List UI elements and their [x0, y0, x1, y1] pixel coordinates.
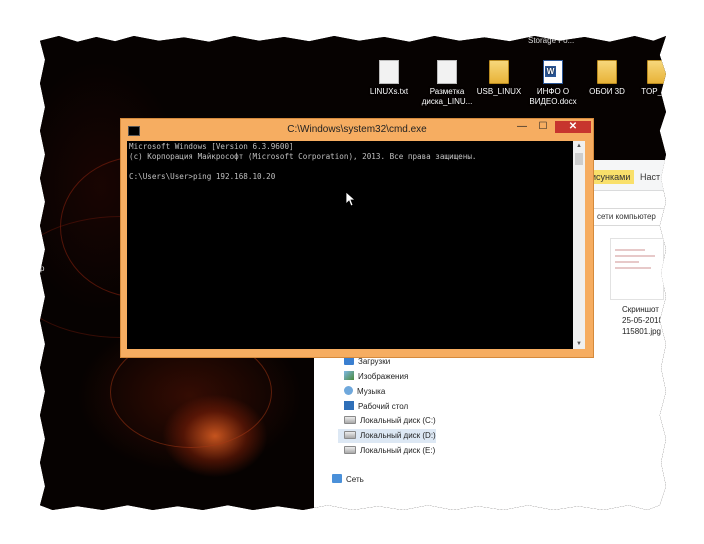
- nav-label: Загрузки: [358, 357, 391, 366]
- desktop-icon-top[interactable]: TOP_T...: [626, 60, 666, 97]
- drive-icon: [344, 416, 356, 424]
- console-line: Microsoft Windows [Version 6.3.9600]: [129, 142, 294, 151]
- scroll-down-arrow-icon[interactable]: ▼: [573, 339, 585, 349]
- image-thumbnail[interactable]: [610, 238, 664, 300]
- thumb-line: [615, 255, 655, 257]
- drive-icon: [344, 431, 356, 439]
- folder-icon: [597, 60, 617, 84]
- text-file-icon: [437, 60, 457, 84]
- desktop-background: Storage Fo... p LINUXs.txt Разметка диск…: [40, 36, 666, 510]
- desktop-icon-label: LINUXs.txt: [369, 87, 409, 96]
- nav-label: Изображения: [358, 372, 409, 381]
- desktop-icon: [344, 401, 354, 410]
- nav-item-drive-c[interactable]: Локальный диск (C:): [344, 414, 436, 428]
- desktop-icon-label: ОБОИ 3D: [589, 87, 625, 96]
- desktop-icon-info-video[interactable]: ИНФО О ВИДЕО.docx: [522, 60, 584, 107]
- thumb-line: [615, 267, 651, 269]
- text-file-icon: [379, 60, 399, 84]
- thumb-line: [615, 261, 639, 263]
- nav-item-drive-d[interactable]: Локальный диск (D:): [338, 429, 436, 443]
- mouse-pointer-icon: [346, 192, 356, 207]
- thumb-line: [615, 249, 645, 251]
- desktop-icon-label: TOP_T...: [641, 87, 666, 96]
- desktop-icon-label: USB_LINUX: [476, 87, 522, 96]
- cmd-title-bar[interactable]: C:\Windows\system32\cmd.exe — ☐ ✕: [121, 119, 593, 141]
- nav-item-network[interactable]: Сеть: [332, 473, 364, 487]
- nav-label: Локальный диск (C:): [360, 416, 436, 425]
- network-icon: [332, 474, 342, 483]
- cmd-window[interactable]: C:\Windows\system32\cmd.exe — ☐ ✕ Micros…: [120, 118, 594, 358]
- desktop-icon-linuxs-txt[interactable]: LINUXs.txt: [358, 60, 420, 97]
- nav-label: Локальный диск (D:): [360, 431, 436, 440]
- word-document-icon: [543, 60, 563, 84]
- music-icon: [344, 386, 353, 395]
- cmd-vertical-scrollbar[interactable]: ▲ ▼: [573, 141, 585, 349]
- nav-label: Локальный диск (E:): [360, 446, 436, 455]
- folder-icon: [489, 60, 509, 84]
- folder-icon: [647, 60, 666, 84]
- screenshot-frame: Storage Fo... p LINUXs.txt Разметка диск…: [40, 36, 666, 510]
- tab-settings[interactable]: Наст: [636, 170, 664, 184]
- drive-icon: [344, 446, 356, 454]
- desktop-side-label: p: [40, 264, 45, 273]
- thumbnail-caption: Скриншот 25-05-2018 115801.jpg: [622, 305, 663, 336]
- nav-item-music[interactable]: Музыка: [344, 385, 385, 399]
- pictures-icon: [344, 371, 354, 380]
- close-button[interactable]: ✕: [555, 121, 591, 133]
- console-prompt-line: C:\Users\User>ping 192.168.10.20: [129, 172, 276, 181]
- nav-label: Рабочий стол: [358, 402, 409, 411]
- scroll-thumb[interactable]: [575, 153, 583, 165]
- desktop-icon-usb-linux[interactable]: USB_LINUX: [468, 60, 530, 97]
- scroll-up-arrow-icon[interactable]: ▲: [573, 141, 585, 151]
- desktop-icon-label: Разметка диска_LINU...: [421, 87, 473, 106]
- nav-item-desktop[interactable]: Рабочий стол: [344, 400, 408, 414]
- nav-label: Сеть: [346, 475, 364, 484]
- console-line: (c) Корпорация Майкрософт (Microsoft Cor…: [129, 152, 477, 161]
- desktop-top-label[interactable]: Storage Fo...: [528, 36, 574, 45]
- nav-item-pictures[interactable]: Изображения: [344, 370, 408, 384]
- explorer-address-bar[interactable]: сети компьютер: [592, 208, 666, 226]
- minimize-button[interactable]: —: [513, 121, 531, 133]
- console-output[interactable]: Microsoft Windows [Version 6.3.9600] (c)…: [127, 141, 573, 349]
- nav-item-drive-e[interactable]: Локальный диск (E:): [344, 444, 435, 458]
- nav-label: Музыка: [357, 387, 386, 396]
- maximize-button[interactable]: ☐: [534, 121, 552, 133]
- desktop-icon-label: ИНФО О ВИДЕО.docx: [529, 87, 577, 106]
